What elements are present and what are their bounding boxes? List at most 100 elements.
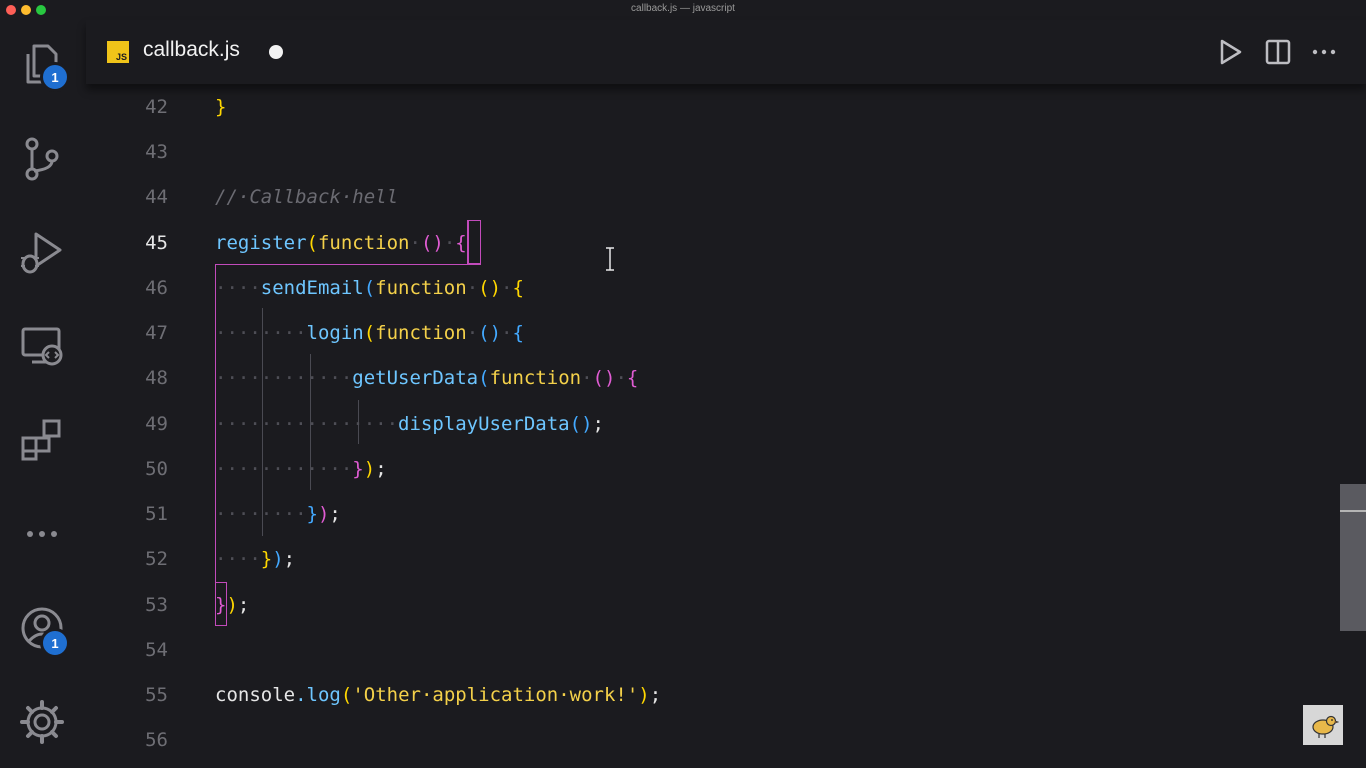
line-number: 48 — [145, 367, 168, 389]
whitespace: · — [615, 367, 627, 389]
activity-bar: 1 1 — [0, 20, 86, 768]
comment: //·Callback·hell — [215, 186, 399, 208]
keyword: function — [489, 367, 582, 389]
brace: { — [512, 322, 524, 344]
paren: ) — [226, 594, 238, 616]
extensions-button[interactable] — [16, 414, 68, 466]
semicolon: ; — [329, 503, 341, 525]
indent: ········ — [215, 322, 307, 344]
settings-gear-icon — [20, 700, 64, 744]
code-line-42: } — [215, 96, 226, 118]
vertical-scrollbar-thumb[interactable] — [1340, 484, 1366, 631]
whitespace: · — [581, 367, 593, 389]
indent: ···· — [215, 548, 261, 570]
paren: ) — [272, 548, 284, 570]
brace: { — [455, 232, 467, 254]
run-debug-icon — [21, 232, 62, 274]
remote-explorer-button[interactable] — [16, 320, 68, 372]
code-line-50: ············}); — [215, 458, 387, 480]
semicolon: ; — [283, 548, 296, 570]
text-cursor-icon — [606, 247, 614, 271]
whitespace: · — [466, 277, 479, 299]
line-number: 50 — [145, 458, 168, 480]
function-name: register — [215, 232, 307, 254]
tab-callback-js[interactable]: JS callback.js — [86, 20, 312, 84]
code-editor[interactable]: 42 43 44 45 46 47 48 49 50 51 52 53 54 5… — [86, 84, 1366, 768]
indent: ············ — [215, 367, 353, 389]
split-editor-icon — [1265, 39, 1291, 65]
code-line-53: }); — [215, 594, 249, 616]
line-number: 49 — [145, 413, 168, 435]
paren: ( — [478, 367, 490, 389]
more-actions-button[interactable] — [1308, 36, 1340, 68]
function-name: login — [306, 322, 364, 344]
paren: ( — [340, 684, 353, 706]
keyword: function — [317, 232, 410, 254]
code-line-48: ············getUserData(function·()·{ — [215, 367, 638, 389]
semicolon: ; — [237, 594, 250, 616]
code-line-44: //·Callback·hell — [215, 186, 398, 208]
run-icon — [1220, 39, 1242, 65]
indent: ············ — [215, 458, 353, 480]
paren: ( — [363, 322, 376, 344]
accounts-button[interactable]: 1 — [16, 602, 70, 658]
code-line-51: ········}); — [215, 503, 341, 525]
run-debug-button[interactable] — [16, 226, 68, 278]
extensions-icon — [21, 419, 61, 461]
explorer-badge: 1 — [40, 62, 70, 92]
scrollbar-cursor-marker — [1340, 510, 1366, 512]
function-name: getUserData — [352, 367, 479, 389]
line-number-active: 45 — [145, 232, 168, 254]
parens: () — [420, 232, 444, 254]
brace: } — [306, 503, 318, 525]
bracket-pair-guide — [215, 264, 481, 626]
line-number: 43 — [145, 141, 168, 163]
keyword: function — [375, 322, 467, 344]
split-editor-button[interactable] — [1262, 36, 1294, 68]
indent: ········ — [215, 503, 307, 525]
semicolon: ; — [375, 458, 387, 480]
run-button[interactable] — [1214, 36, 1246, 68]
dot: . — [295, 684, 307, 706]
paren: ) — [317, 503, 330, 525]
source-control-button[interactable] — [16, 132, 68, 184]
brace: { — [512, 277, 524, 299]
line-number: 55 — [145, 684, 168, 706]
line-number: 54 — [145, 639, 168, 661]
whitespace: · — [443, 232, 456, 254]
string-literal: 'Other·application·work!' — [352, 684, 639, 706]
window-title: callback.js — javascript — [631, 3, 735, 14]
unsaved-dot-icon[interactable] — [269, 45, 283, 59]
indent: ················ — [215, 413, 399, 435]
explorer-button[interactable]: 1 — [16, 38, 70, 92]
source-control-icon — [25, 137, 59, 181]
line-number: 53 — [145, 594, 168, 616]
code-line-55: console.log('Other·application·work!'); — [215, 684, 661, 706]
more-icon — [27, 531, 57, 537]
more-views-button[interactable] — [16, 508, 68, 560]
keyword: function — [375, 277, 467, 299]
function-name: log — [306, 684, 341, 706]
brace: { — [626, 367, 639, 389]
code-line-52: ····}); — [215, 548, 295, 570]
js-file-icon: JS — [107, 41, 129, 63]
parens: () — [592, 367, 616, 389]
brace: } — [352, 458, 364, 480]
code-line-46: ····sendEmail(function·()·{ — [215, 277, 524, 299]
brace: } — [215, 594, 227, 616]
line-number: 42 — [145, 96, 168, 118]
tab-filename: callback.js — [143, 38, 240, 61]
indent: ···· — [215, 277, 261, 299]
brace: } — [215, 96, 227, 118]
function-name: displayUserData — [398, 413, 570, 435]
whitespace: · — [409, 232, 421, 254]
function-name: sendEmail — [260, 277, 364, 299]
settings-button[interactable] — [16, 696, 68, 748]
code-line-45: register(function·()·{ — [215, 232, 467, 254]
accounts-badge: 1 — [40, 628, 70, 658]
line-number: 44 — [145, 186, 168, 208]
paren: ) — [363, 458, 376, 480]
code-line-49: ················displayUserData(); — [215, 413, 604, 435]
bird-logo-icon — [1303, 705, 1343, 745]
whitespace: · — [501, 277, 513, 299]
